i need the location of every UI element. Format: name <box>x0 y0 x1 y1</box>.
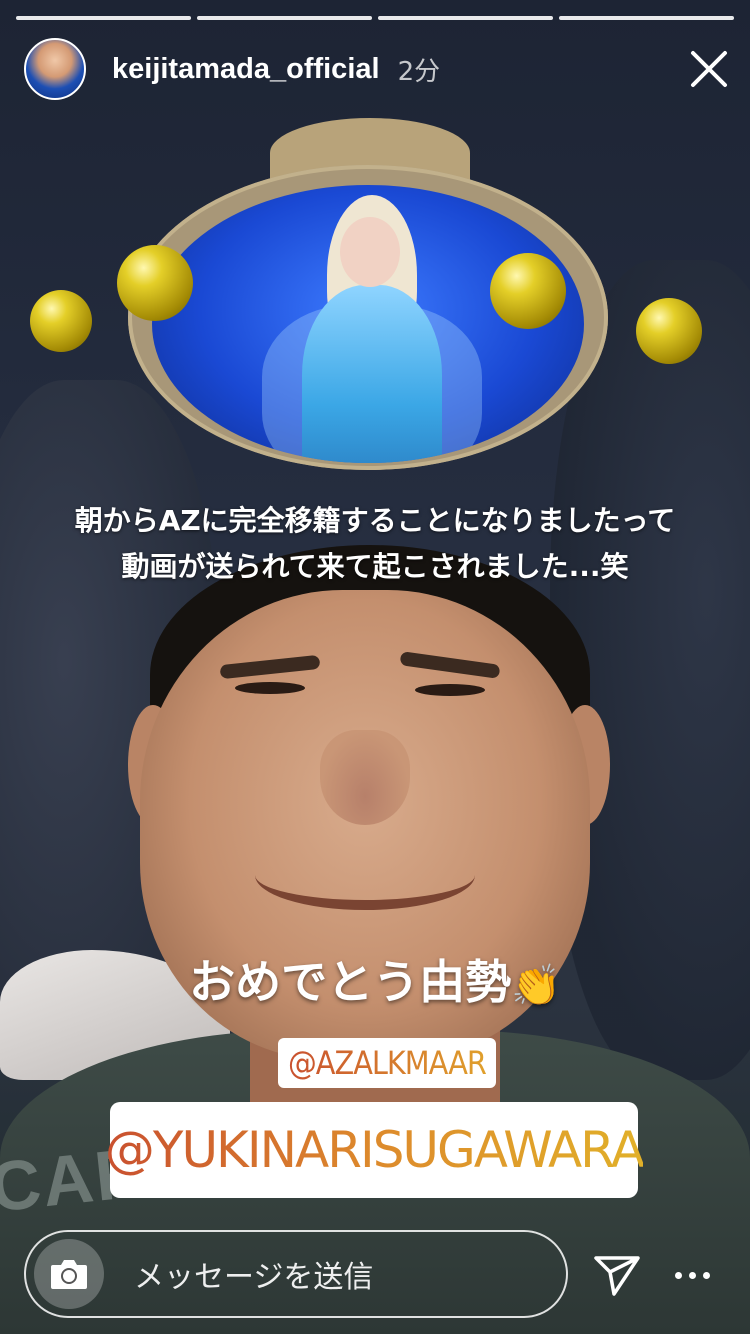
eye <box>235 682 305 694</box>
caption-line: 動画が送られて来て起こされました...笑 <box>121 550 629 583</box>
avatar[interactable] <box>24 38 86 100</box>
eye <box>415 684 485 696</box>
congrats-message: おめでとう由勢 <box>189 955 512 1009</box>
gold-orb <box>117 245 193 321</box>
progress-segment <box>559 16 734 20</box>
caption-line: 朝からAZに完全移籍することになりましたって <box>74 504 676 537</box>
mention-label: @YUKINARISUGAWARA <box>104 1121 645 1179</box>
story-footer: メッセージを送信 <box>0 1220 750 1334</box>
progress-segment <box>197 16 372 20</box>
more-icon[interactable] <box>662 1250 722 1300</box>
story-progress <box>16 16 734 20</box>
clapping-hands-icon: 👏 <box>511 963 561 1009</box>
congrats-text: おめでとう由勢👏 <box>0 946 750 1012</box>
mention-label: @AZALKMAAR <box>288 1044 487 1082</box>
gold-orb <box>30 290 92 352</box>
gold-orb <box>636 298 702 364</box>
camera-icon[interactable] <box>34 1239 104 1309</box>
elsa-face <box>340 217 400 287</box>
send-icon[interactable] <box>592 1250 642 1300</box>
progress-segment <box>378 16 553 20</box>
progress-segment <box>16 16 191 20</box>
mention-sticker-azalkmaar[interactable]: @AZALKMAAR <box>278 1038 496 1088</box>
story-caption: 朝からAZに完全移籍することになりましたって 動画が送られて来て起こされました.… <box>0 498 750 590</box>
reply-input[interactable]: メッセージを送信 <box>24 1230 568 1318</box>
story-header: keijitamada_official 2分 <box>24 38 734 100</box>
mouth <box>255 840 475 910</box>
close-icon[interactable] <box>688 48 730 90</box>
nose <box>320 730 410 825</box>
timestamp: 2分 <box>397 56 441 87</box>
gold-orb <box>490 253 566 329</box>
elsa-dress <box>302 285 442 463</box>
username[interactable]: keijitamada_official <box>112 53 380 86</box>
reply-placeholder: メッセージを送信 <box>134 1260 374 1295</box>
mention-sticker-yukinarisugawara[interactable]: @YUKINARISUGAWARA <box>105 1102 645 1198</box>
